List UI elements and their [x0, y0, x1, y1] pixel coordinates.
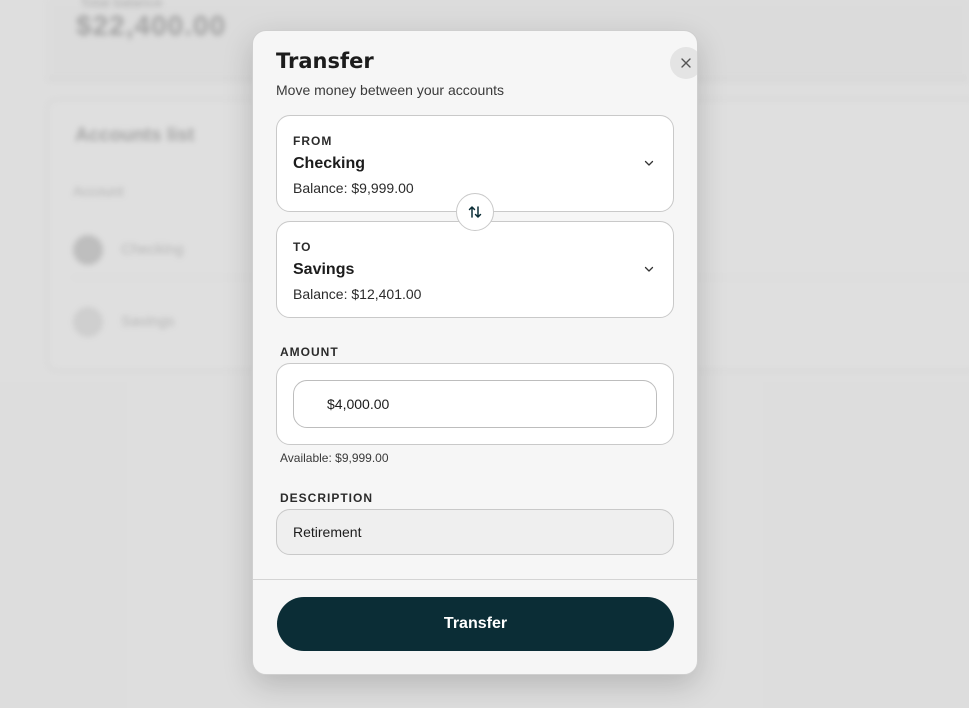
- amount-label: AMOUNT: [280, 345, 339, 359]
- amount-field-container: [276, 363, 674, 445]
- from-account-name: Checking: [293, 155, 366, 172]
- dialog-title: Transfer: [276, 49, 374, 73]
- close-button[interactable]: [670, 47, 697, 79]
- chevron-down-icon: [644, 266, 654, 272]
- transfer-submit-button[interactable]: Transfer: [277, 597, 674, 651]
- to-account-name: Savings: [293, 261, 355, 278]
- from-label: FROM: [293, 134, 333, 148]
- to-account-balance: Balance: $12,401.00: [293, 286, 422, 302]
- close-icon: [681, 58, 691, 68]
- footer-divider: [253, 579, 697, 580]
- to-label: TO: [293, 240, 312, 254]
- transfer-dialog: Transfer Move money between your account…: [252, 30, 698, 675]
- dialog-subtitle: Move money between your accounts: [276, 82, 505, 98]
- amount-input[interactable]: [293, 380, 657, 428]
- swap-arrows-icon: [468, 206, 482, 218]
- swap-accounts-button[interactable]: [456, 193, 494, 231]
- chevron-down-icon: [644, 160, 654, 166]
- available-balance-text: Available: $9,999.00: [280, 451, 389, 465]
- description-label: DESCRIPTION: [280, 491, 374, 505]
- from-account-balance: Balance: $9,999.00: [293, 180, 414, 196]
- to-account-select[interactable]: TO Savings Balance: $12,401.00: [276, 221, 674, 318]
- description-input[interactable]: [276, 509, 674, 555]
